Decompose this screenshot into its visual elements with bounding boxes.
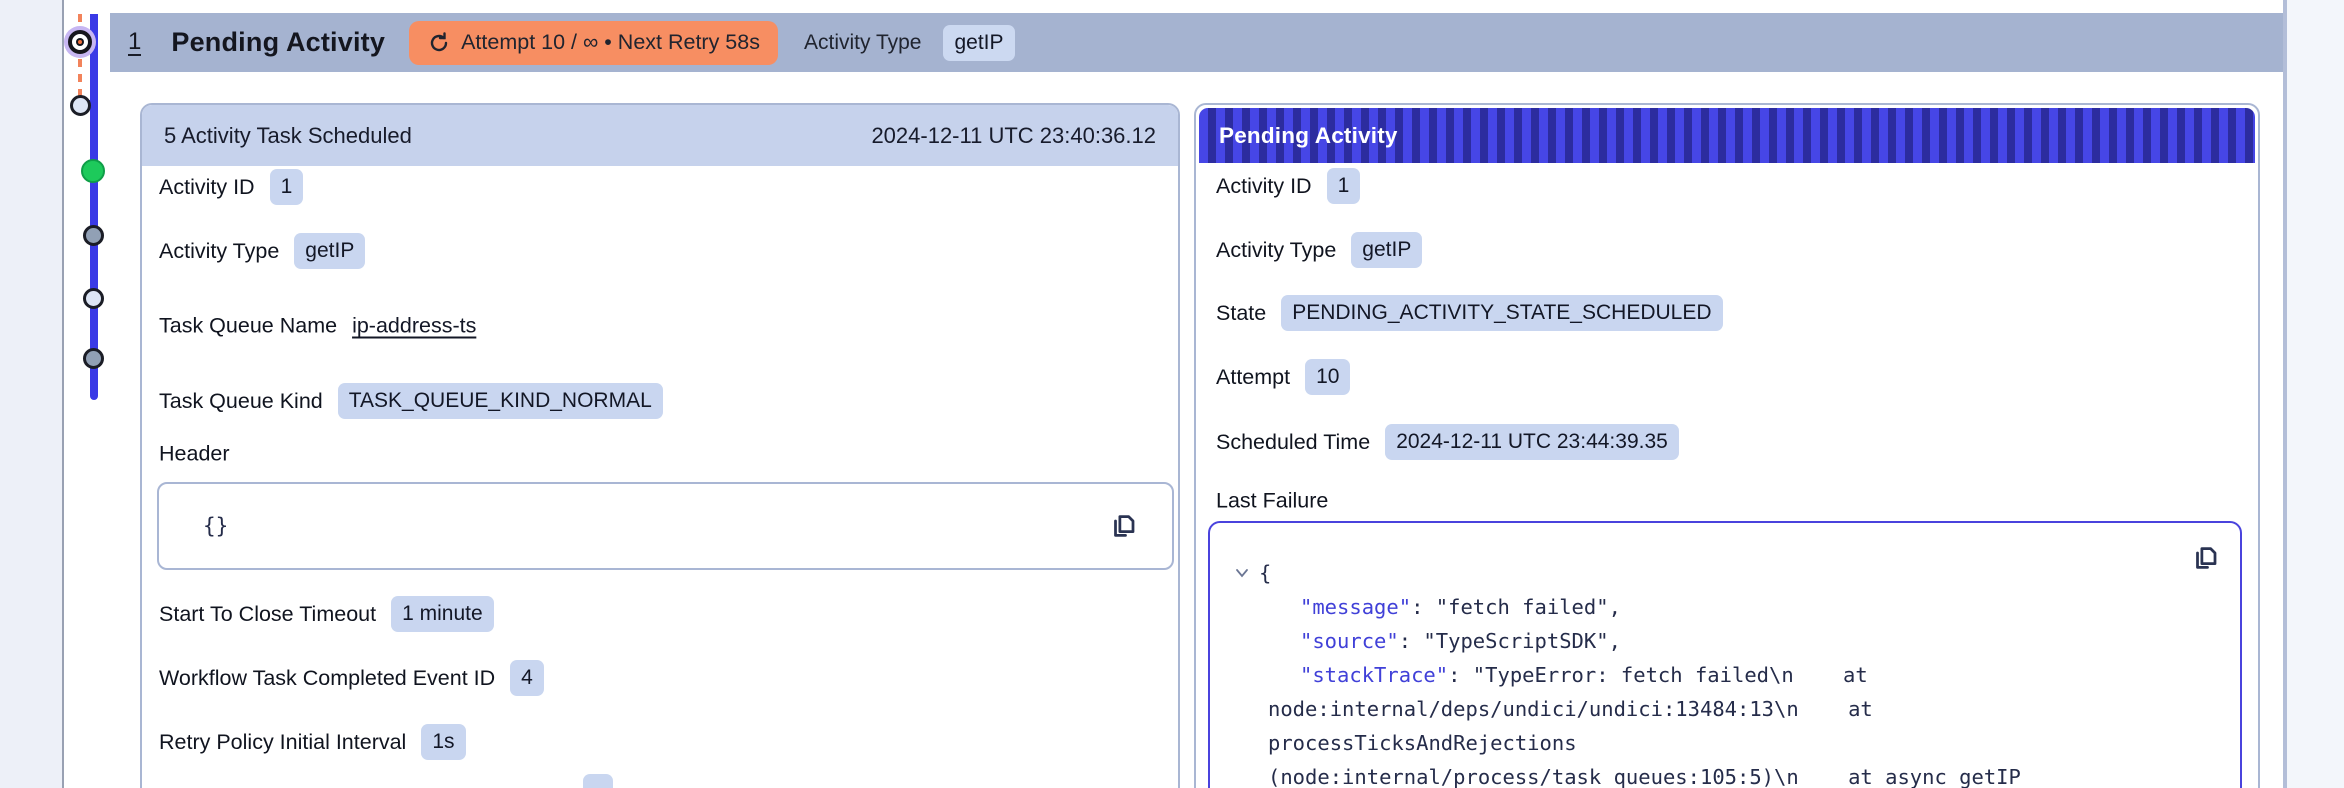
detail-row: Activity ID 1 [1216,168,1361,204]
row-label: Retry Policy Initial Interval [159,729,407,754]
row-value-badge: TASK_QUEUE_KIND_NORMAL [337,383,663,419]
timeline-dot-icon[interactable] [83,348,104,369]
row-value-badge: 10 [1305,359,1351,395]
detail-row: Workflow Task Completed Event ID 4 [159,660,544,696]
event-id-link[interactable]: 1 [128,29,142,57]
copy-button[interactable] [1108,511,1138,541]
row-value-badge: getIP [294,233,366,269]
json-line: "message": "fetch failed", [1300,595,1621,619]
row-value-badge: PENDING_ACTIVITY_STATE_SCHEDULED [1281,295,1723,331]
row-value-badge-clipped [583,774,613,788]
header-section-label: Header [159,441,230,466]
event-detail-title: 5 Activity Task Scheduled [164,122,412,148]
header-json-viewer: {} [157,482,1174,570]
task-queue-link[interactable]: ip-address-ts [352,314,476,339]
row-label: Workflow Task Completed Event ID [159,665,496,690]
detail-row: State PENDING_ACTIVITY_STATE_SCHEDULED [1216,295,1723,331]
event-detail-panel: 5 Activity Task Scheduled 2024-12-11 UTC… [140,103,1180,788]
pending-activity-panel: Pending Activity Activity ID 1 Activity … [1194,103,2260,788]
detail-row: Activity Type getIP [1216,232,1423,268]
left-gutter [0,0,64,788]
last-failure-label: Last Failure [1216,488,1329,513]
detail-row: Attempt 10 [1216,359,1351,395]
row-label: Activity ID [159,174,255,199]
row-label: Attempt [1216,364,1291,389]
scroll-gutter[interactable] [2283,0,2344,788]
detail-row: Task Queue Kind TASK_QUEUE_KIND_NORMAL [159,383,663,419]
detail-row: Activity Type getIP [159,233,366,269]
pending-activity-banner-title: Pending Activity [1219,122,1398,148]
row-label: Scheduled Time [1216,429,1371,454]
json-line: (node:internal/process/task_queues:105:5… [1268,765,2021,788]
detail-row: Scheduled Time 2024-12-11 UTC 23:44:39.3… [1216,424,1679,460]
timeline-dot-icon[interactable] [83,288,104,309]
detail-row: Activity ID 1 [159,169,304,205]
row-label: Activity Type [1216,237,1337,262]
detail-row: Start To Close Timeout 1 minute [159,596,494,632]
json-line: processTicksAndRejections [1268,731,1577,755]
event-group-header[interactable]: 1 Pending Activity Attempt 10 / ∞ • Next… [110,13,2283,72]
retry-status-badge: Attempt 10 / ∞ • Next Retry 58s [409,20,778,65]
timeline-line [90,14,98,400]
json-line: "source": "TypeScriptSDK", [1300,629,1621,653]
collapse-chevron-icon[interactable] [1234,565,1250,581]
timeline-dot-current-icon[interactable] [68,30,92,54]
row-label: Task Queue Kind [159,388,323,413]
timeline-dot-icon[interactable] [70,95,91,116]
event-detail-header[interactable]: 5 Activity Task Scheduled 2024-12-11 UTC… [142,105,1178,166]
activity-type-badge: getIP [943,24,1015,61]
row-value-badge: getIP [1351,232,1423,268]
retry-icon [430,31,448,51]
activity-type-label: Activity Type [803,30,922,54]
row-value-badge: 2024-12-11 UTC 23:44:39.35 [1385,424,1679,460]
json-line: node:internal/deps/undici/undici:13484:1… [1268,697,1873,721]
row-value-badge: 4 [510,660,544,696]
header-json-content: {} [203,514,229,538]
detail-row: Retry Policy Initial Interval 1s [159,724,466,760]
copy-button[interactable] [2190,543,2220,573]
timeline-dot-completed-icon[interactable] [81,159,105,183]
retry-badge-label: Attempt 10 / ∞ • Next Retry 58s [461,30,760,54]
row-label: Activity ID [1216,173,1312,198]
event-group-title: Pending Activity [171,27,386,57]
row-label: Start To Close Timeout [159,601,377,626]
event-history-view: 1 Pending Activity Attempt 10 / ∞ • Next… [0,0,2344,788]
timeline-dot-icon[interactable] [83,225,104,246]
row-value-badge: 1 minute [391,596,494,632]
detail-row: Task Queue Name ip-address-ts [159,314,476,339]
copy-icon [1114,515,1135,537]
row-label: Task Queue Name [159,313,338,338]
pending-activity-banner: Pending Activity [1199,108,2255,163]
event-detail-timestamp: 2024-12-11 UTC 23:40:36.12 [871,122,1156,148]
row-value-badge: 1 [269,169,304,205]
row-value-badge: 1s [421,724,466,760]
copy-icon [2196,547,2217,569]
row-label: Activity Type [159,238,280,263]
row-value-badge: 1 [1326,168,1361,204]
last-failure-json-viewer: { "message": "fetch failed", "source": "… [1208,521,2242,788]
json-root-line: { [1210,556,2240,590]
row-label: State [1216,300,1267,325]
timeline-retry-dashed-line [78,14,82,100]
json-line: "stackTrace": "TypeError: fetch failed\n… [1300,663,1868,687]
